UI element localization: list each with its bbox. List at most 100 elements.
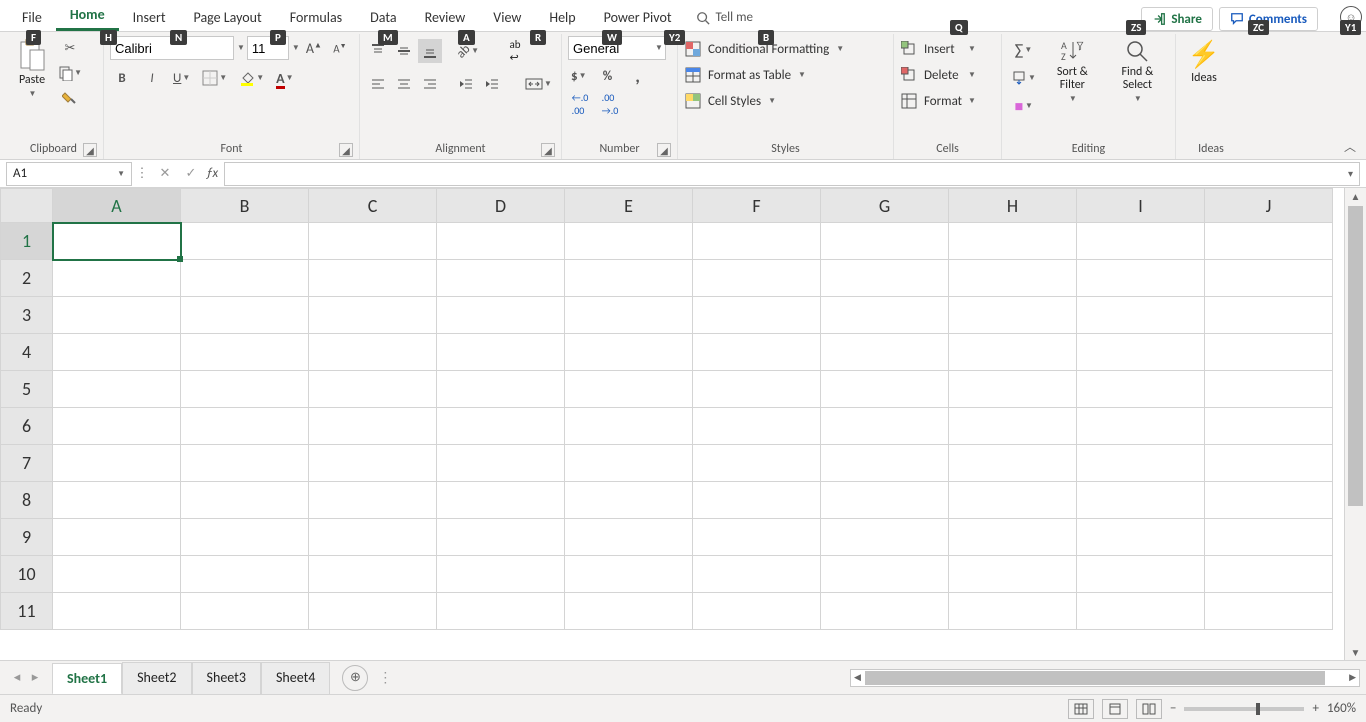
cell[interactable] (565, 482, 693, 519)
row-header[interactable]: 11 (1, 593, 53, 630)
cancel-formula-button[interactable]: ✕ (152, 161, 178, 187)
cell[interactable] (53, 482, 181, 519)
cell[interactable] (53, 223, 181, 260)
column-header[interactable]: D (437, 189, 565, 223)
format-cells-button[interactable]: Format▼ (900, 90, 976, 112)
row-header[interactable]: 1 (1, 223, 53, 260)
cell[interactable] (1077, 556, 1205, 593)
alignment-dialog-launcher[interactable]: ◢ (541, 143, 555, 157)
format-as-table-button[interactable]: Format as Table▼ (684, 64, 844, 86)
fill-color-button[interactable]: ▼ (236, 66, 267, 90)
cell[interactable] (1077, 223, 1205, 260)
cell[interactable] (949, 297, 1077, 334)
cell[interactable] (181, 408, 309, 445)
column-header[interactable]: J (1205, 189, 1333, 223)
cell[interactable] (309, 297, 437, 334)
cell[interactable] (949, 519, 1077, 556)
cell[interactable] (181, 593, 309, 630)
column-header[interactable]: H (949, 189, 1077, 223)
cell[interactable] (1077, 445, 1205, 482)
cell[interactable] (693, 260, 821, 297)
merge-center-button[interactable]: ▼ (522, 72, 555, 96)
cell[interactable] (565, 297, 693, 334)
increase-decimal-button[interactable]: ←.0.00 (568, 92, 592, 116)
share-button[interactable]: Share (1141, 7, 1213, 31)
row-header[interactable]: 2 (1, 260, 53, 297)
cell[interactable] (309, 260, 437, 297)
spreadsheet-grid[interactable]: ABCDEFGHIJ1234567891011 (0, 188, 1344, 660)
cell[interactable] (949, 593, 1077, 630)
percent-format-button[interactable]: % (596, 64, 620, 88)
cell[interactable] (1205, 556, 1333, 593)
paste-button[interactable]: Paste ▼ (10, 36, 54, 101)
cell[interactable] (181, 297, 309, 334)
cell[interactable] (1205, 593, 1333, 630)
align-right-button[interactable] (418, 72, 442, 96)
cell[interactable] (309, 445, 437, 482)
zoom-out-button[interactable]: − (1170, 701, 1176, 716)
increase-indent-button[interactable] (480, 72, 504, 96)
cell[interactable] (309, 223, 437, 260)
cell[interactable] (821, 297, 949, 334)
borders-button[interactable]: ▼ (199, 66, 230, 90)
cell[interactable] (181, 371, 309, 408)
cell[interactable] (437, 556, 565, 593)
cell[interactable] (821, 519, 949, 556)
cell[interactable] (949, 223, 1077, 260)
cell[interactable] (53, 260, 181, 297)
row-header[interactable]: 7 (1, 445, 53, 482)
select-all-corner[interactable] (1, 189, 53, 223)
ideas-button[interactable]: ⚡ Ideas (1182, 36, 1226, 87)
cell[interactable] (565, 593, 693, 630)
cell[interactable] (437, 297, 565, 334)
clear-button[interactable]: ◆▼ (1008, 94, 1039, 118)
cell[interactable] (693, 408, 821, 445)
bold-button[interactable]: B (110, 66, 134, 90)
cut-button[interactable]: ✂ (58, 36, 82, 60)
horizontal-scroll-thumb[interactable] (865, 671, 1325, 685)
fill-button[interactable]: ▼ (1008, 66, 1039, 90)
cell[interactable] (309, 334, 437, 371)
cell[interactable] (565, 556, 693, 593)
cell[interactable] (437, 445, 565, 482)
cell[interactable] (949, 371, 1077, 408)
comma-format-button[interactable]: , (626, 64, 650, 88)
cell[interactable] (437, 408, 565, 445)
cell[interactable] (565, 371, 693, 408)
autosum-button[interactable]: ∑▼ (1008, 38, 1039, 62)
horizontal-scrollbar[interactable]: ◀ ▶ (850, 669, 1360, 687)
cell[interactable] (437, 334, 565, 371)
cell[interactable] (437, 223, 565, 260)
vertical-scroll-thumb[interactable] (1348, 206, 1363, 506)
font-dialog-launcher[interactable]: ◢ (339, 143, 353, 157)
cell[interactable] (53, 519, 181, 556)
tab-insert[interactable]: Insert (119, 3, 180, 31)
row-header[interactable]: 3 (1, 297, 53, 334)
cell[interactable] (1205, 482, 1333, 519)
zoom-level-label[interactable]: 160% (1327, 701, 1356, 716)
cell[interactable] (1077, 519, 1205, 556)
cell[interactable] (693, 297, 821, 334)
cell[interactable] (949, 260, 1077, 297)
cell[interactable] (1205, 297, 1333, 334)
cell[interactable] (181, 223, 309, 260)
cell[interactable] (1077, 371, 1205, 408)
cell[interactable] (53, 445, 181, 482)
cell[interactable] (1205, 371, 1333, 408)
cell[interactable] (309, 519, 437, 556)
cell[interactable] (821, 482, 949, 519)
cell[interactable] (1077, 334, 1205, 371)
cell[interactable] (53, 334, 181, 371)
tab-split-handle[interactable]: ⋮ (368, 669, 402, 686)
increase-font-button[interactable]: A▲ (302, 36, 326, 60)
cell[interactable] (53, 297, 181, 334)
cell[interactable] (693, 556, 821, 593)
cell[interactable] (1205, 334, 1333, 371)
column-header[interactable]: B (181, 189, 309, 223)
cell[interactable] (437, 482, 565, 519)
collapse-ribbon-button[interactable]: ︿ (1344, 138, 1356, 155)
accounting-format-button[interactable]: $▼ (568, 64, 590, 88)
cell[interactable] (1205, 408, 1333, 445)
expand-formula-bar-button[interactable]: ▾ (1342, 162, 1360, 186)
scroll-up-arrow[interactable]: ▲ (1345, 188, 1366, 204)
